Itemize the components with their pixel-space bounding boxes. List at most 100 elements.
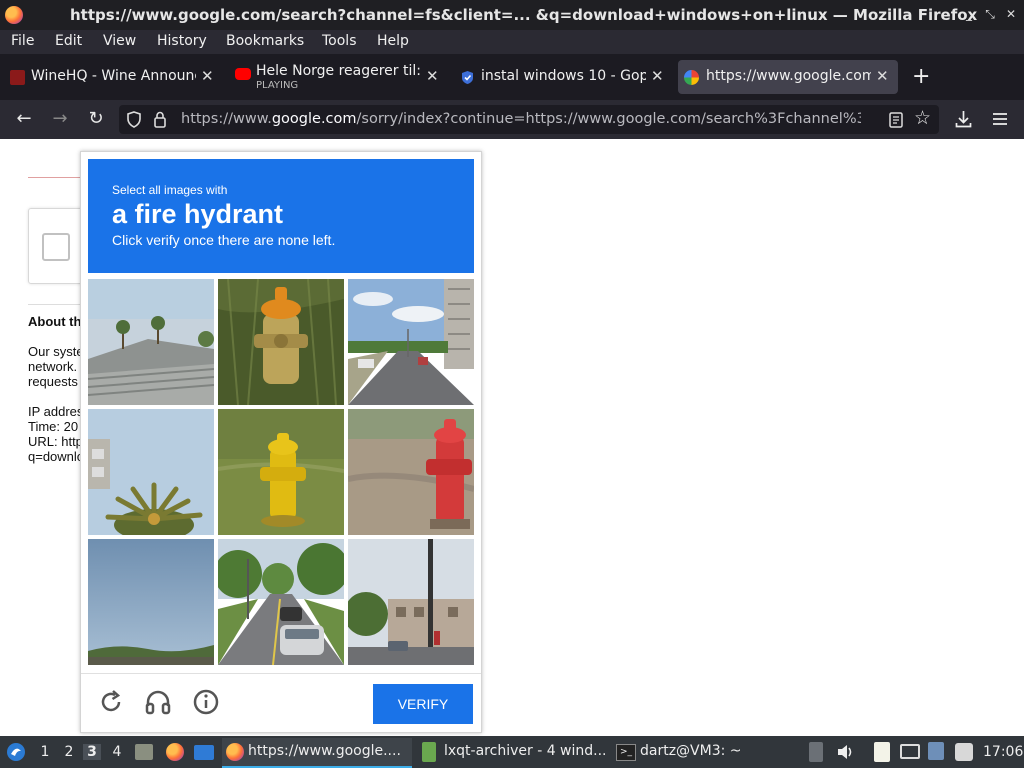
menu-edit[interactable]: Edit <box>55 33 82 49</box>
maximize-icon[interactable]: ⤡ <box>984 8 996 20</box>
recaptcha-challenge: Select all images with a fire hydrant Cl… <box>80 151 482 733</box>
url-prefix: https://www. <box>181 111 272 127</box>
close-tab-icon[interactable]: ✕ <box>201 67 214 85</box>
menu-bookmarks[interactable]: Bookmarks <box>226 33 304 49</box>
task-archiver[interactable]: lxqt-archiver - 4 wind... <box>418 738 608 766</box>
clipboard-icon[interactable] <box>874 742 890 762</box>
workspace-2[interactable]: 2 <box>60 744 78 760</box>
menu-tools[interactable]: Tools <box>322 33 357 49</box>
text-line: network. <box>28 359 78 374</box>
new-tab-button[interactable]: + <box>912 64 930 89</box>
tile-rooftop-palms[interactable] <box>88 279 214 405</box>
tab-playing-label: PLAYING <box>256 80 299 91</box>
tab-label: instal windows 10 - Goph <box>481 68 646 84</box>
shield-icon <box>462 71 473 84</box>
close-tab-icon[interactable]: ✕ <box>651 67 664 85</box>
text-line: Time: 20 <box>28 419 79 434</box>
reader-view-icon[interactable] <box>889 112 903 128</box>
page-divider <box>28 304 88 305</box>
menu-history[interactable]: History <box>157 33 207 49</box>
tile-sky-horizon[interactable] <box>88 539 214 665</box>
url-host: google.com <box>271 111 357 127</box>
firefox-icon <box>226 743 244 761</box>
lock-icon[interactable] <box>153 111 167 128</box>
tile-yellow-hydrant[interactable] <box>218 409 344 535</box>
tab-label: Hele Norge reagerer til: <box>256 63 421 79</box>
text-line: URL: http <box>28 434 83 449</box>
close-tab-icon[interactable]: ✕ <box>426 67 439 85</box>
forward-icon[interactable]: → <box>49 108 71 130</box>
file-manager-icon[interactable] <box>135 744 153 760</box>
menu-file[interactable]: File <box>11 33 34 49</box>
tab-label: https://www.google.com/ <box>706 68 871 84</box>
task-label: lxqt-archiver - 4 wind... <box>444 743 607 759</box>
challenge-footer: VERIFY <box>81 673 481 733</box>
info-icon[interactable] <box>192 688 220 716</box>
tile-palm-tree[interactable] <box>88 409 214 535</box>
task-label: dartz@VM3: ~ <box>640 743 742 759</box>
recaptcha-checkbox[interactable] <box>42 233 70 261</box>
url-bar[interactable]: https://www.google.com/sorry/index?conti… <box>119 105 939 134</box>
archive-icon <box>422 742 436 762</box>
audio-challenge-icon[interactable] <box>144 688 172 716</box>
google-icon <box>684 70 699 85</box>
tab-gopher[interactable]: instal windows 10 - Goph ✕ <box>454 60 672 94</box>
task-terminal[interactable]: >_ dartz@VM3: ~ <box>612 738 802 766</box>
window-title: https://www.google.com/search?channel=fs… <box>70 6 978 24</box>
text-line: Our syste <box>28 344 84 359</box>
firefox-launcher-icon[interactable] <box>166 743 184 761</box>
instruction-line: Click verify once there are none left. <box>112 232 336 248</box>
terminal-icon: >_ <box>616 744 636 761</box>
bookmark-star-icon[interactable]: ☆ <box>914 107 931 129</box>
tile-road-building[interactable] <box>348 279 474 405</box>
tracking-shield-icon[interactable] <box>126 111 142 128</box>
tab-bar: WineHQ - Wine Announce ✕ Hele Norge reag… <box>0 54 1024 100</box>
verify-button[interactable]: VERIFY <box>373 684 473 724</box>
workspace-3[interactable]: 3 <box>83 744 101 760</box>
tile-street-car[interactable] <box>218 539 344 665</box>
about-paragraph: Our syste network. requests <box>28 344 84 389</box>
window-titlebar: https://www.google.com/search?channel=fs… <box>0 0 1024 30</box>
url-text[interactable]: https://www.google.com/sorry/index?conti… <box>181 111 861 127</box>
workspace-1[interactable]: 1 <box>36 744 54 760</box>
navigation-bar: ← → ↻ https://www.google.com/sorry/index… <box>0 100 1024 139</box>
clock[interactable]: 17:06 <box>983 744 1023 760</box>
firefox-icon <box>5 6 23 24</box>
storage-icon[interactable] <box>955 743 973 761</box>
tile-orange-hydrant[interactable] <box>218 279 344 405</box>
close-window-icon[interactable]: ✕ <box>1005 8 1017 20</box>
youtube-icon <box>235 68 251 80</box>
task-firefox[interactable]: https://www.google.... <box>222 738 412 768</box>
challenge-target: a fire hydrant <box>112 199 284 229</box>
notification-icon[interactable] <box>928 742 944 760</box>
task-label: https://www.google.... <box>248 743 401 759</box>
show-desktop-icon[interactable] <box>194 745 214 760</box>
workspace-4[interactable]: 4 <box>108 744 126 760</box>
network-icon[interactable] <box>900 744 920 759</box>
reload-challenge-icon[interactable] <box>97 688 125 716</box>
minimize-icon[interactable]: _ <box>963 8 975 20</box>
hamburger-menu-icon[interactable] <box>992 112 1008 126</box>
menu-view[interactable]: View <box>103 33 136 49</box>
close-tab-icon[interactable]: ✕ <box>876 67 889 85</box>
url-path: /sorry/index?continue=https://www.google… <box>356 111 861 127</box>
tile-street-pole[interactable] <box>348 539 474 665</box>
tab-label: WineHQ - Wine Announce <box>31 68 196 84</box>
tab-winehq[interactable]: WineHQ - Wine Announce ✕ <box>4 60 222 94</box>
tile-red-hydrant[interactable] <box>348 409 474 535</box>
request-details: IP addres Time: 20 URL: http q=downlo <box>28 404 84 464</box>
tab-google[interactable]: https://www.google.com/ ✕ <box>678 60 898 94</box>
tab-youtube[interactable]: Hele Norge reagerer til: PLAYING ✕ <box>229 60 449 94</box>
downloads-icon[interactable] <box>955 110 972 128</box>
instruction-line: Select all images with <box>112 183 228 197</box>
about-heading: About th <box>28 314 82 329</box>
page-divider <box>28 177 88 178</box>
start-menu-icon[interactable] <box>6 742 26 762</box>
back-icon[interactable]: ← <box>13 108 35 130</box>
reload-icon[interactable]: ↻ <box>85 108 107 130</box>
text-line: q=downlo <box>28 449 85 464</box>
menu-help[interactable]: Help <box>377 33 409 49</box>
wine-icon <box>10 70 25 85</box>
challenge-header: Select all images with a fire hydrant Cl… <box>88 159 474 273</box>
volume-icon[interactable] <box>836 743 854 761</box>
